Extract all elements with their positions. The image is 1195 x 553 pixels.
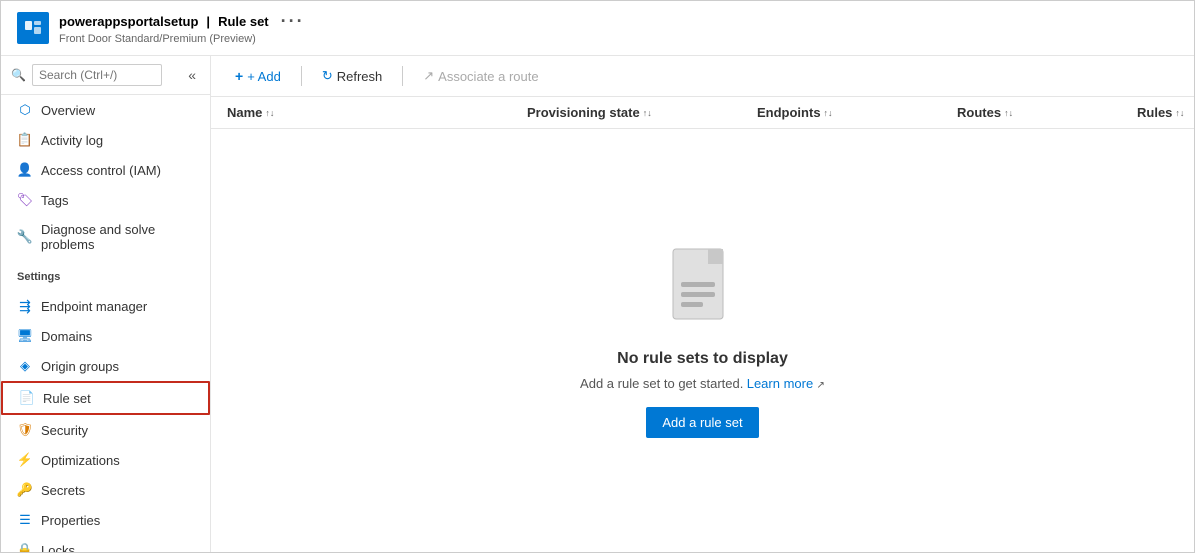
- header-title-group: powerappsportalsetup | Rule set ··· Fron…: [59, 11, 305, 45]
- col-rules-label: Rules: [1137, 105, 1172, 120]
- overview-icon: ⬡: [17, 102, 33, 118]
- secrets-icon: 🔑: [17, 482, 33, 498]
- table-header: Name ↑↓ Provisioning state ↑↓ Endpoints …: [211, 97, 1194, 129]
- add-icon: +: [235, 68, 243, 84]
- sidebar-label-domains: Domains: [41, 329, 92, 344]
- sidebar-label-optimizations: Optimizations: [41, 453, 120, 468]
- col-routes-label: Routes: [957, 105, 1001, 120]
- toolbar-separator-1: [301, 66, 302, 86]
- locks-icon: 🔒: [17, 542, 33, 552]
- toolbar-separator-2: [402, 66, 403, 86]
- search-box: 🔍 «: [1, 56, 210, 95]
- rule-set-icon: 📄: [19, 390, 35, 406]
- sidebar-label-locks: Locks: [41, 543, 75, 553]
- tags-icon: 🏷: [17, 192, 33, 208]
- sidebar-item-locks[interactable]: 🔒 Locks: [1, 535, 210, 552]
- sidebar-item-optimizations[interactable]: ⚡ Optimizations: [1, 445, 210, 475]
- header-title: powerappsportalsetup | Rule set ···: [59, 11, 305, 32]
- refresh-label: Refresh: [337, 69, 383, 84]
- col-header-name[interactable]: Name ↑↓: [211, 97, 511, 128]
- col-name-sort: ↑↓: [265, 108, 274, 118]
- sidebar: 🔍 « ⬡ Overview 📋 Activity log 👤 Access c…: [1, 56, 211, 552]
- refresh-icon: ↻: [322, 68, 333, 84]
- sidebar-item-security[interactable]: 🛡 Security: [1, 415, 210, 445]
- header-more-button[interactable]: ···: [281, 11, 305, 32]
- sidebar-label-properties: Properties: [41, 513, 100, 528]
- title-separator: |: [206, 14, 210, 29]
- collapse-sidebar-button[interactable]: «: [184, 65, 200, 85]
- main-layout: 🔍 « ⬡ Overview 📋 Activity log 👤 Access c…: [1, 56, 1194, 552]
- section-settings: Settings: [1, 259, 210, 287]
- empty-state-title: No rule sets to display: [617, 350, 788, 368]
- empty-state-icon: [663, 244, 743, 334]
- col-name-label: Name: [227, 105, 262, 120]
- empty-state-desc-text: Add a rule set to get started.: [580, 376, 743, 391]
- col-routes-sort: ↑↓: [1004, 108, 1013, 118]
- col-endpoints-label: Endpoints: [757, 105, 821, 120]
- sidebar-item-domains[interactable]: 🖥 Domains: [1, 321, 210, 351]
- sidebar-item-secrets[interactable]: 🔑 Secrets: [1, 475, 210, 505]
- sidebar-label-iam: Access control (IAM): [41, 163, 161, 178]
- sidebar-item-properties[interactable]: ☰ Properties: [1, 505, 210, 535]
- col-header-routes[interactable]: Routes ↑↓: [941, 97, 1121, 128]
- sidebar-item-origin-groups[interactable]: ◈ Origin groups: [1, 351, 210, 381]
- sidebar-item-iam[interactable]: 👤 Access control (IAM): [1, 155, 210, 185]
- sidebar-item-activity-log[interactable]: 📋 Activity log: [1, 125, 210, 155]
- security-icon: 🛡: [17, 422, 33, 438]
- sidebar-item-tags[interactable]: 🏷 Tags: [1, 185, 210, 215]
- add-button[interactable]: + + Add: [227, 64, 289, 88]
- optimizations-icon: ⚡: [17, 452, 33, 468]
- sidebar-item-diagnose[interactable]: 🔧 Diagnose and solve problems: [1, 215, 210, 259]
- origin-groups-icon: ◈: [17, 358, 33, 374]
- refresh-button[interactable]: ↻ Refresh: [314, 64, 390, 88]
- col-prov-sort: ↑↓: [643, 108, 652, 118]
- app-name: powerappsportalsetup: [59, 14, 198, 29]
- toolbar: + + Add ↻ Refresh ↗ Associate a route: [211, 56, 1194, 97]
- col-prov-label: Provisioning state: [527, 105, 640, 120]
- sidebar-item-overview[interactable]: ⬡ Overview: [1, 95, 210, 125]
- learn-more-link[interactable]: Learn more: [747, 376, 813, 391]
- col-header-endpoints[interactable]: Endpoints ↑↓: [741, 97, 941, 128]
- page-title: Rule set: [218, 14, 269, 29]
- sidebar-label-overview: Overview: [41, 103, 95, 118]
- associate-icon: ↗: [423, 68, 434, 84]
- sidebar-label-origin-groups: Origin groups: [41, 359, 119, 374]
- add-rule-set-button[interactable]: Add a rule set: [646, 407, 758, 438]
- sidebar-label-rule-set: Rule set: [43, 391, 91, 406]
- empty-state-wrapper: No rule sets to display Add a rule set t…: [211, 129, 1194, 552]
- col-header-rules[interactable]: Rules ↑↓: [1121, 97, 1194, 128]
- diagnose-icon: 🔧: [17, 229, 33, 245]
- iam-icon: 👤: [17, 162, 33, 178]
- external-link-icon: ↗: [817, 380, 825, 391]
- sidebar-label-diagnose: Diagnose and solve problems: [41, 222, 194, 252]
- search-icon: 🔍: [11, 68, 26, 82]
- app-icon: [17, 12, 49, 44]
- empty-state: No rule sets to display Add a rule set t…: [211, 204, 1194, 478]
- domains-icon: 🖥: [17, 328, 33, 344]
- associate-route-button[interactable]: ↗ Associate a route: [415, 64, 546, 88]
- col-rules-sort: ↑↓: [1175, 108, 1184, 118]
- sidebar-label-secrets: Secrets: [41, 483, 85, 498]
- sidebar-label-activity-log: Activity log: [41, 133, 103, 148]
- sidebar-item-endpoint-manager[interactable]: ⇶ Endpoint manager: [1, 291, 210, 321]
- sidebar-item-rule-set[interactable]: 📄 Rule set: [1, 381, 210, 415]
- col-header-provisioning[interactable]: Provisioning state ↑↓: [511, 97, 741, 128]
- col-endpoints-sort: ↑↓: [824, 108, 833, 118]
- content-area: + + Add ↻ Refresh ↗ Associate a route Na…: [211, 56, 1194, 552]
- empty-state-description: Add a rule set to get started. Learn mor…: [580, 376, 825, 391]
- properties-icon: ☰: [17, 512, 33, 528]
- app-header: powerappsportalsetup | Rule set ··· Fron…: [1, 1, 1194, 56]
- sidebar-label-tags: Tags: [41, 193, 68, 208]
- activity-log-icon: 📋: [17, 132, 33, 148]
- search-input[interactable]: [32, 64, 162, 86]
- add-label: + Add: [247, 69, 281, 84]
- endpoint-manager-icon: ⇶: [17, 298, 33, 314]
- header-subtitle: Front Door Standard/Premium (Preview): [59, 33, 305, 45]
- associate-label: Associate a route: [438, 69, 538, 84]
- sidebar-label-endpoint-manager: Endpoint manager: [41, 299, 147, 314]
- sidebar-label-security: Security: [41, 423, 88, 438]
